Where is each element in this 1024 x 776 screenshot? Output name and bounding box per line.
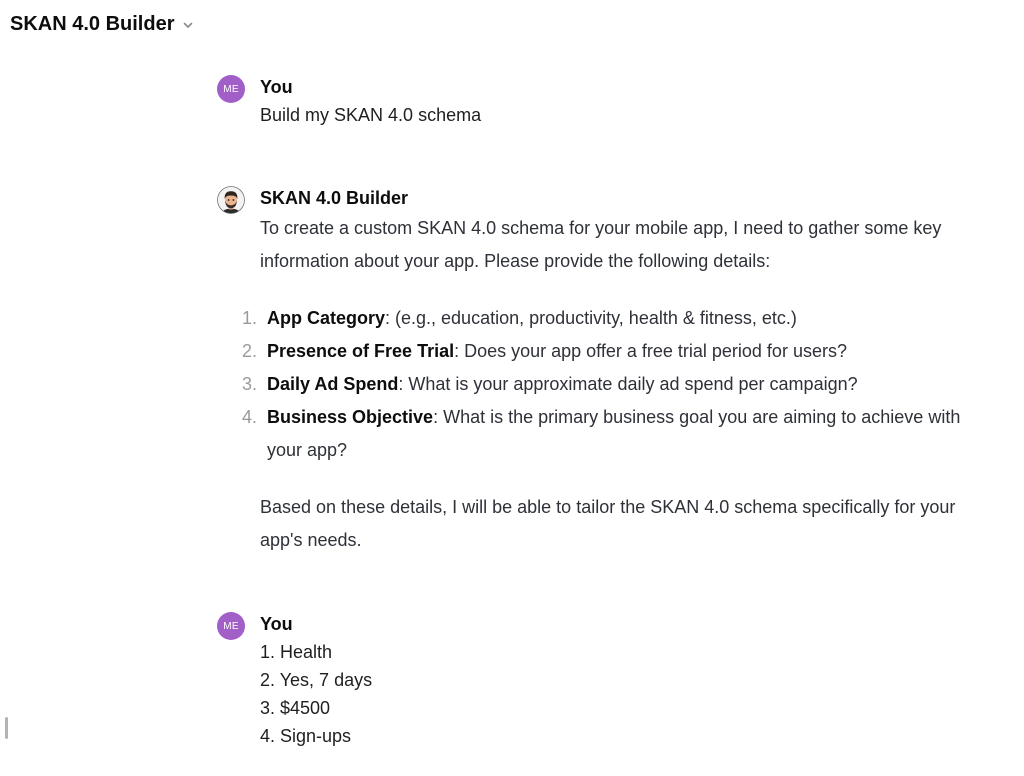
assistant-intro-paragraph: To create a custom SKAN 4.0 schema for y…: [260, 218, 942, 271]
conversation-thread: ME You Build my SKAN 4.0 schema SKAN 4.0…: [217, 73, 978, 750]
list-item-label: Business Objective: [267, 407, 434, 427]
list-item: 1. App Category: (e.g., education, produc…: [242, 302, 978, 335]
message-line: 3. $4500: [260, 698, 331, 718]
list-item-text: : (e.g., education, productivity, health…: [385, 308, 797, 328]
list-item-text: : What is your approximate daily ad spen…: [398, 374, 858, 394]
details-list: 1. App Category: (e.g., education, produc…: [242, 302, 978, 467]
avatar-eye-left: [227, 199, 230, 201]
message-line: 2. Yes, 7 days: [260, 670, 373, 690]
user-avatar-initials: ME: [223, 620, 239, 632]
user-message: ME You 1. Health 2. Yes, 7 days 3. $4500…: [217, 610, 978, 750]
list-item: 2. Presence of Free Trial: Does your app …: [242, 335, 978, 368]
page-title: SKAN 4.0 Builder: [10, 13, 175, 35]
sidebar-toggle-handle[interactable]: [5, 717, 8, 739]
message-author: You: [260, 77, 293, 97]
message-text: Build my SKAN 4.0 schema: [260, 105, 482, 125]
list-marker: 4.: [242, 407, 258, 427]
message-body: SKAN 4.0 Builder To create a custom SKAN…: [242, 184, 978, 557]
list-item-text: : Does your app offer a free trial perio…: [454, 341, 847, 361]
list-item-label: Daily Ad Spend: [267, 374, 399, 394]
gpt-title-dropdown[interactable]: SKAN 4.0 Builder: [10, 10, 194, 38]
message-author: You: [260, 614, 293, 634]
message-body: You Build my SKAN 4.0 schema: [260, 73, 978, 129]
chevron-down-icon: [182, 19, 194, 31]
user-avatar-initials: ME: [223, 83, 239, 95]
list-item: 3. Daily Ad Spend: What is your approxima…: [242, 368, 978, 401]
message-line: 1. Health: [260, 642, 333, 662]
list-marker: 3.: [242, 374, 258, 394]
user-avatar: ME: [217, 612, 245, 640]
assistant-outro-paragraph: Based on these details, I will be able t…: [260, 497, 956, 550]
list-marker: 2.: [242, 341, 258, 361]
message-author: SKAN 4.0 Builder: [260, 188, 409, 208]
message-body: You 1. Health 2. Yes, 7 days 3. $4500 4.…: [260, 610, 978, 750]
user-avatar: ME: [217, 75, 245, 103]
list-item-label: App Category: [267, 308, 386, 328]
assistant-message: SKAN 4.0 Builder To create a custom SKAN…: [217, 184, 978, 557]
list-item: 4. Business Objective: What is the primar…: [242, 401, 978, 467]
user-message: ME You Build my SKAN 4.0 schema: [217, 73, 978, 129]
message-line: 4. Sign-ups: [260, 726, 352, 746]
list-item-label: Presence of Free Trial: [267, 341, 455, 361]
list-marker: 1.: [242, 308, 258, 328]
avatar-eye-right: [232, 199, 235, 201]
memoji-avatar-image: [217, 186, 245, 214]
